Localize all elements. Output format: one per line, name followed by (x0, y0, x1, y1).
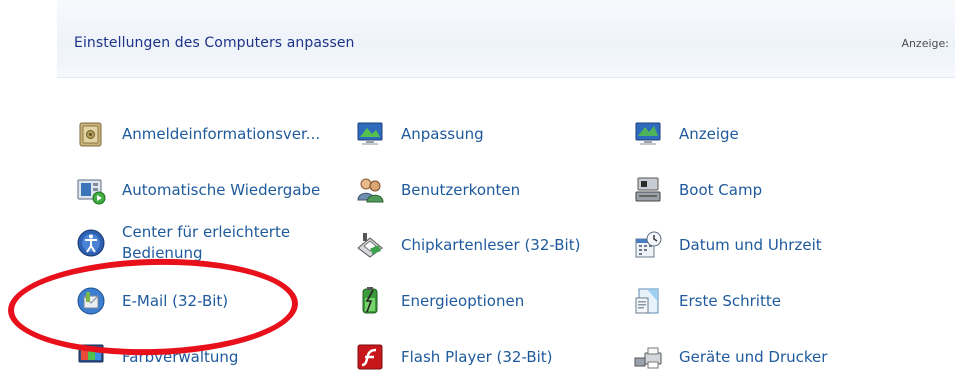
cp-item-color-management[interactable]: Farbverwaltung (76, 342, 238, 372)
cp-item-devices-printers[interactable]: Geräte und Drucker (633, 342, 827, 372)
power-options-icon (355, 286, 385, 316)
cp-item-boot-camp[interactable]: Boot Camp (633, 175, 762, 205)
date-time-icon (633, 230, 663, 260)
cp-item-card-reader[interactable]: Chipkartenleser (32-Bit) (355, 230, 580, 260)
cp-item-label: Datum und Uhrzeit (679, 235, 822, 254)
cp-item-label: Automatische Wiedergabe (122, 180, 321, 199)
ease-of-access-icon (76, 228, 106, 258)
cp-item-label: Anpassung (401, 124, 484, 143)
cp-item-label: Center für erleichterte Bedienung (122, 223, 291, 262)
cp-item-power-options[interactable]: Energieoptionen (355, 286, 524, 316)
cp-item-label: Geräte und Drucker (679, 347, 828, 366)
mail-icon (76, 286, 106, 316)
credential-vault-icon (76, 119, 106, 149)
cp-item-label: Erste Schritte (679, 291, 781, 310)
personalization-icon (355, 119, 385, 149)
cp-item-display[interactable]: Anzeige (633, 119, 739, 149)
flash-player-icon (355, 342, 385, 372)
boot-camp-icon (633, 175, 663, 205)
user-accounts-icon (355, 175, 385, 205)
cp-item-credential-manager[interactable]: Anmeldeinformationsver... (76, 119, 320, 149)
cp-item-label: Benutzerkonten (401, 180, 521, 199)
cp-item-label: Energieoptionen (401, 291, 525, 310)
cp-item-getting-started[interactable]: Erste Schritte (633, 286, 781, 316)
cp-item-label: Boot Camp (679, 180, 763, 199)
cp-item-ease-of-access[interactable]: Center für erleichterte Bedienung (76, 222, 322, 264)
color-management-icon (76, 342, 106, 372)
cp-item-label: Farbverwaltung (122, 347, 239, 366)
view-by-label[interactable]: Anzeige: (901, 37, 949, 50)
cp-item-label: E-Mail (32-Bit) (122, 291, 229, 310)
card-reader-icon (355, 230, 385, 260)
getting-started-icon (633, 286, 663, 316)
cp-item-date-time[interactable]: Datum und Uhrzeit (633, 230, 822, 260)
cp-item-personalization[interactable]: Anpassung (355, 119, 484, 149)
display-icon (633, 119, 663, 149)
cp-item-mail[interactable]: E-Mail (32-Bit) (76, 286, 228, 316)
cp-item-label: Anmeldeinformationsver... (122, 124, 321, 143)
cp-item-label: Chipkartenleser (32-Bit) (401, 235, 581, 254)
cp-item-user-accounts[interactable]: Benutzerkonten (355, 175, 520, 205)
page-title: Einstellungen des Computers anpassen (74, 35, 355, 51)
cp-item-label: Anzeige (679, 124, 739, 143)
cp-item-label: Flash Player (32-Bit) (401, 347, 553, 366)
cp-item-flash-player[interactable]: Flash Player (32-Bit) (355, 342, 553, 372)
control-panel-header: Einstellungen des Computers anpassen Anz… (57, 0, 955, 78)
devices-printers-icon (633, 342, 663, 372)
autoplay-icon (76, 175, 106, 205)
cp-item-autoplay[interactable]: Automatische Wiedergabe (76, 175, 320, 205)
